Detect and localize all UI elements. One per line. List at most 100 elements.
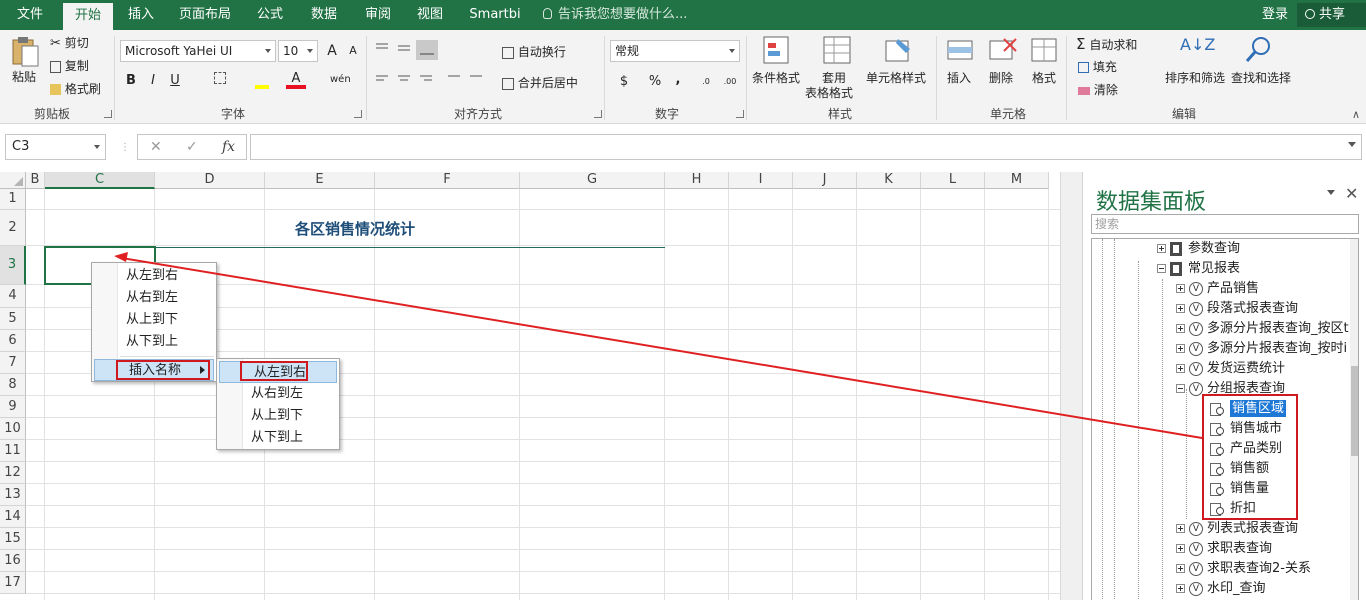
merge-center-button[interactable]: 合并后居中 [502, 74, 578, 91]
tab-formulas[interactable]: 公式 [247, 0, 293, 30]
row-header-11[interactable]: 11 [0, 440, 26, 462]
expand-icon[interactable] [1176, 364, 1185, 373]
menu-item-right-to-left[interactable]: 从右到左 [92, 287, 216, 309]
tree-query[interactable]: V 段落式报表查询 [1176, 299, 1298, 319]
submenu-item-top-to-bottom[interactable]: 从上到下 [217, 405, 339, 427]
tree-query[interactable]: V 求职表查询 [1176, 539, 1272, 559]
row-header-13[interactable]: 13 [0, 484, 26, 506]
tree-query[interactable]: V 求职表查询2-关系 [1176, 559, 1311, 579]
column-header-l[interactable]: L [921, 172, 985, 189]
panel-scrollbar[interactable] [1350, 239, 1358, 600]
tab-review[interactable]: 审阅 [355, 0, 401, 30]
row-header-2[interactable]: 2 [0, 210, 26, 246]
tell-me-box[interactable]: 告诉我您想要做什么... [543, 0, 687, 30]
row-header-1[interactable]: 1 [0, 189, 26, 210]
tab-view[interactable]: 视图 [407, 0, 453, 30]
expand-icon[interactable] [1176, 324, 1185, 333]
enter-icon[interactable]: ✓ [186, 139, 198, 155]
submenu-item-bottom-to-top[interactable]: 从下到上 [217, 427, 339, 449]
row-header-10[interactable]: 10 [0, 418, 26, 440]
row-header-17[interactable]: 17 [0, 572, 26, 594]
cut-button[interactable]: ✂ 剪切 [50, 34, 89, 51]
fx-icon[interactable]: fx [222, 139, 235, 155]
conditional-format-button[interactable]: 条件格式 [752, 69, 800, 86]
wrap-text-button[interactable]: 自动换行 [502, 43, 566, 60]
drag-handle-icon[interactable]: ⋮ [120, 142, 130, 153]
collapse-icon[interactable] [1176, 384, 1185, 393]
panel-search-input[interactable]: 搜索 [1091, 214, 1359, 234]
panel-close-icon[interactable]: ✕ [1345, 184, 1358, 203]
share-button[interactable]: 共享 [1297, 3, 1366, 27]
format-painter-button[interactable]: 格式刷 [50, 80, 101, 97]
fill-button[interactable]: 填充 [1078, 58, 1117, 75]
expand-icon[interactable] [1176, 584, 1185, 593]
expand-icon[interactable] [1176, 524, 1185, 533]
cell-styles-button[interactable]: 单元格样式 [866, 69, 926, 86]
row-header-16[interactable]: 16 [0, 550, 26, 572]
phonetic-button[interactable]: wén [330, 70, 351, 90]
row-header-9[interactable]: 9 [0, 396, 26, 418]
panel-scrollbar-thumb[interactable] [1351, 366, 1358, 456]
column-header-c[interactable]: C [45, 172, 155, 189]
tree-query[interactable]: V 列表式报表查询 [1176, 519, 1298, 539]
font-name-select[interactable]: Microsoft YaHei UI [120, 40, 276, 62]
row-header-4[interactable]: 4 [0, 285, 26, 308]
grow-font-button[interactable]: A [322, 41, 342, 61]
comma-button[interactable]: , [668, 70, 688, 90]
table-format-label-2[interactable]: 表格格式 [805, 84, 853, 101]
number-launcher-icon[interactable] [736, 110, 744, 118]
name-box[interactable]: C3 [5, 134, 106, 160]
format-cells-button[interactable]: 格式 [1032, 69, 1056, 86]
font-launcher-icon[interactable] [354, 110, 362, 118]
delete-cells-button[interactable]: 删除 [989, 69, 1013, 86]
increase-decimal-icon[interactable]: .0 [696, 72, 716, 92]
sheet-vertical-scrollbar[interactable] [1060, 172, 1082, 600]
decrease-decimal-icon[interactable]: .00 [720, 72, 740, 92]
submenu-item-right-to-left[interactable]: 从右到左 [217, 383, 339, 405]
row-header-8[interactable]: 8 [0, 374, 26, 396]
column-header-k[interactable]: K [857, 172, 921, 189]
tree-query[interactable]: V 水印_查询 [1176, 579, 1266, 599]
expand-icon[interactable] [1176, 284, 1185, 293]
column-header-e[interactable]: E [265, 172, 375, 189]
tree-query[interactable]: V 发货运费统计 [1176, 359, 1285, 379]
menu-item-top-to-bottom[interactable]: 从上到下 [92, 309, 216, 331]
select-all-corner[interactable] [0, 172, 26, 189]
sort-filter-button[interactable]: 排序和筛选 [1165, 69, 1225, 86]
column-header-g[interactable]: G [520, 172, 665, 189]
shrink-font-button[interactable]: A [343, 41, 363, 61]
clear-button[interactable]: 清除 [1078, 81, 1118, 98]
tab-home[interactable]: 开始 [63, 3, 113, 30]
tab-smartbi[interactable]: Smartbi [461, 0, 529, 30]
tree-query[interactable]: V 多源分片报表查询_按区t [1176, 319, 1349, 339]
expand-icon[interactable] [1176, 304, 1185, 313]
column-header-i[interactable]: I [729, 172, 793, 189]
find-select-button[interactable]: 查找和选择 [1231, 69, 1291, 86]
insert-cells-button[interactable]: 插入 [947, 69, 971, 86]
row-header-15[interactable]: 15 [0, 528, 26, 550]
tab-data[interactable]: 数据 [301, 0, 347, 30]
expand-formula-icon[interactable] [1348, 142, 1356, 147]
collapse-icon[interactable] [1157, 264, 1166, 273]
paste-button[interactable] [10, 36, 40, 71]
autosum-button[interactable]: Σ 自动求和 [1076, 35, 1137, 53]
menu-item-bottom-to-top[interactable]: 从下到上 [92, 331, 216, 353]
row-header-6[interactable]: 6 [0, 330, 26, 352]
font-color-button[interactable]: A [286, 71, 306, 89]
tab-file[interactable]: 文件 [0, 0, 60, 30]
column-header-h[interactable]: H [665, 172, 729, 189]
expand-icon[interactable] [1176, 544, 1185, 553]
formula-input[interactable] [250, 134, 1362, 160]
row-header-3[interactable]: 3 [0, 246, 26, 285]
report-title-cell[interactable]: 各区销售情况统计 [45, 210, 665, 248]
bold-button[interactable]: B [121, 71, 141, 91]
menu-item-left-to-right[interactable]: 从左到右 [92, 265, 216, 287]
tree-folder-params[interactable]: 参数查询 [1157, 239, 1240, 259]
row-header-14[interactable]: 14 [0, 506, 26, 528]
expand-icon[interactable] [1157, 244, 1166, 253]
fill-color-button[interactable] [252, 71, 272, 91]
column-header-j[interactable]: J [793, 172, 857, 189]
alignment-launcher-icon[interactable] [594, 110, 602, 118]
borders-button[interactable] [210, 71, 230, 91]
column-header-m[interactable]: M [985, 172, 1049, 189]
